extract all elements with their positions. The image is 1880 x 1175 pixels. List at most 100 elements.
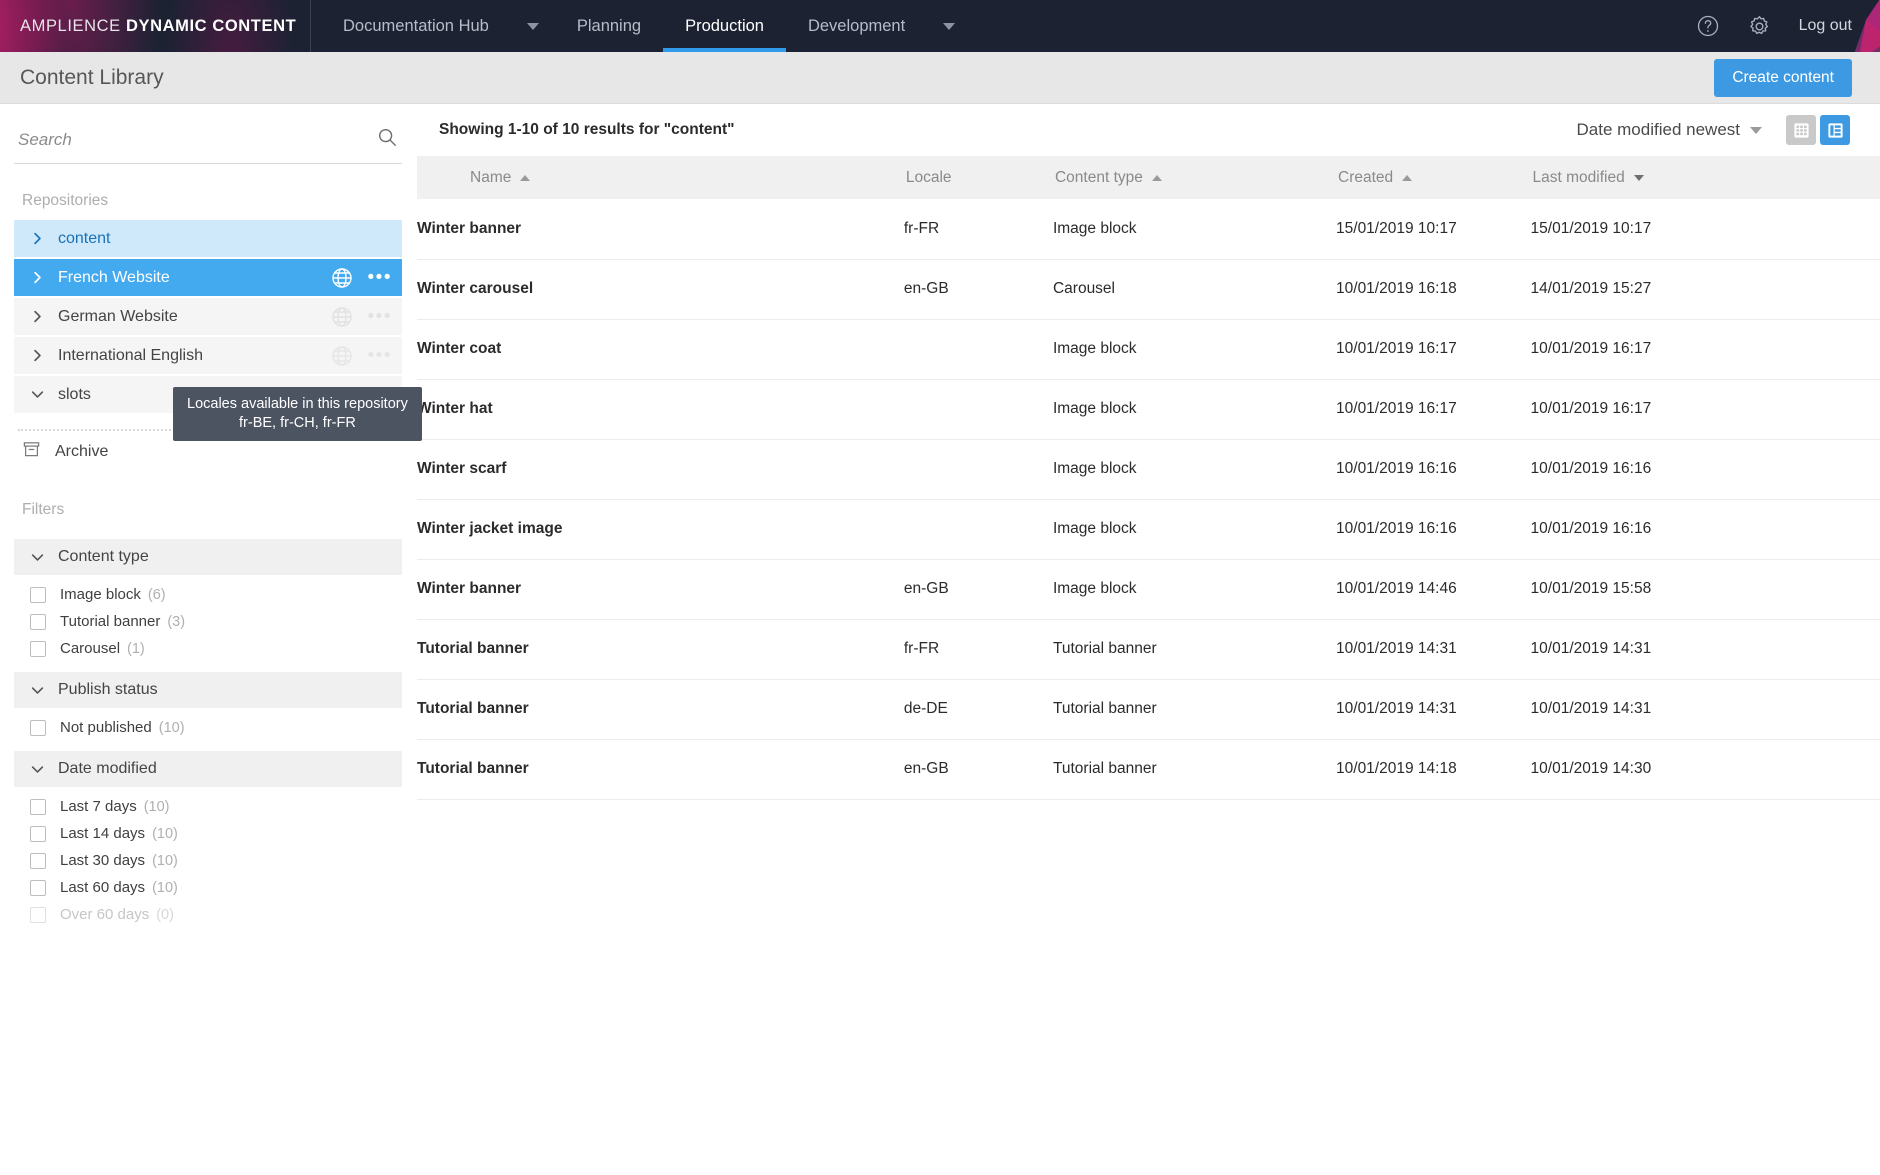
chevron-down-icon[interactable] [28, 388, 46, 401]
filter-option-count: (6) [147, 586, 166, 603]
table-body: Winter banner fr-FR Image block 15/01/2019 … [417, 199, 1880, 800]
filter-group-publish-status[interactable]: Publish status [14, 672, 402, 708]
cell-created: 15/01/2019 10:17 [1336, 199, 1531, 260]
table-row[interactable]: Winter hat Image block 10/01/2019 16:17 10/… [417, 379, 1880, 440]
repository-more-options-icon[interactable]: ••• [368, 268, 392, 287]
table-row[interactable]: Winter banner fr-FR Image block 15/01/2019 … [417, 199, 1880, 260]
filter-option-image-block[interactable]: Image block (6) [14, 581, 402, 608]
filter-option-last-14-days[interactable]: Last 14 days (10) [14, 820, 402, 847]
grid-view-icon[interactable] [1786, 115, 1816, 145]
repositories-section-label: Repositories [22, 192, 109, 209]
brand-logo[interactable]: AMPLIENCE DYNAMIC CONTENT [0, 0, 311, 52]
filter-option-last-60-days[interactable]: Last 60 days (10) [14, 874, 402, 901]
nav-item-documentation-hub[interactable]: Documentation Hub [321, 0, 511, 52]
filter-group-title: Publish status [58, 681, 158, 698]
sort-ascending-icon [1151, 174, 1162, 181]
checkbox[interactable] [30, 640, 46, 657]
column-header-created[interactable]: Created [1336, 156, 1531, 199]
chevron-right-icon[interactable] [28, 310, 46, 323]
filter-group-content-type[interactable]: Content type [14, 539, 402, 575]
checkbox[interactable] [30, 852, 46, 869]
cell-last-modified: 10/01/2019 14:31 [1530, 619, 1880, 680]
checkbox[interactable] [30, 879, 46, 896]
cell-content-type: Image block [1052, 199, 1337, 260]
table-row[interactable]: Tutorial banner en-GB Tutorial banner 10/01… [417, 739, 1880, 800]
archive-box-icon [22, 440, 41, 464]
search-input[interactable] [18, 129, 376, 150]
create-content-button[interactable]: Create content [1714, 58, 1852, 97]
help-circle-icon[interactable] [1695, 13, 1721, 39]
table-row[interactable]: Winter carousel en-GB Carousel 10/01/2019 1… [417, 259, 1880, 320]
nav-item-planning[interactable]: Planning [555, 0, 663, 52]
repository-item-german-website[interactable]: German Website ••• [14, 298, 402, 335]
cell-name: Winter scarf [417, 439, 904, 500]
filter-option-carousel[interactable]: Carousel (1) [14, 635, 402, 662]
tooltip-line-2: fr-BE, fr-CH, fr-FR [239, 415, 356, 431]
table-row[interactable]: Tutorial banner de-DE Tutorial banner 10/01… [417, 679, 1880, 740]
table-row[interactable]: Winter banner en-GB Image block 10/01/2019 … [417, 559, 1880, 620]
filter-option-label: Over 60 days [60, 906, 150, 923]
column-header-name[interactable]: Name [417, 156, 904, 199]
checkbox[interactable] [30, 613, 46, 630]
table-row[interactable]: Winter jacket image Image block 10/01/2019… [417, 499, 1880, 560]
globe-icon[interactable] [330, 344, 354, 368]
cell-created: 10/01/2019 16:17 [1336, 379, 1531, 440]
column-header-locale[interactable]: Locale [903, 156, 1053, 199]
nav-development-dropdown[interactable] [927, 0, 971, 52]
repository-item-international-english[interactable]: International English ••• [14, 337, 402, 374]
filter-option-last-7-days[interactable]: Last 7 days (10) [14, 793, 402, 820]
repository-more-options-icon[interactable]: ••• [368, 346, 392, 365]
sidebar: Repositories content French Website [0, 104, 422, 1175]
toolbar-right-controls: Date modified newest [1577, 115, 1850, 145]
repository-item-content[interactable]: content [14, 220, 402, 257]
list-view-icon[interactable] [1820, 115, 1850, 145]
cell-last-modified: 10/01/2019 16:16 [1530, 499, 1880, 560]
globe-icon[interactable] [330, 266, 354, 290]
repository-more-options-icon[interactable]: ••• [368, 307, 392, 326]
search-box[interactable] [14, 126, 402, 164]
sort-dropdown-label: Date modified newest [1576, 120, 1740, 139]
nav-item-label: Development [807, 16, 906, 35]
cell-content-type: Image block [1052, 319, 1337, 380]
filter-option-count: (10) [152, 852, 178, 869]
filter-option-tutorial-banner[interactable]: Tutorial banner (3) [14, 608, 402, 635]
cell-name: Tutorial banner [417, 739, 904, 800]
table-row[interactable]: Winter scarf Image block 10/01/2019 16:16 1… [417, 439, 1880, 500]
filter-options-content-type: Image block (6) Tutorial banner (3) Caro… [14, 575, 402, 662]
chevron-right-icon[interactable] [28, 232, 46, 245]
repository-name: content [58, 229, 111, 247]
content-shell: Repositories content French Website [0, 104, 1880, 1175]
column-header-content-type[interactable]: Content type [1052, 156, 1337, 199]
nav-documentation-hub-dropdown[interactable] [511, 0, 555, 52]
nav-item-development[interactable]: Development [786, 0, 927, 52]
repository-name: French Website [58, 268, 170, 286]
globe-icon[interactable] [330, 305, 354, 329]
filter-group-date-modified[interactable]: Date modified [14, 751, 402, 787]
table-row[interactable]: Winter coat Image block 10/01/2019 16:17 10… [417, 319, 1880, 380]
repository-item-french-website[interactable]: French Website ••• [14, 259, 402, 296]
logout-button[interactable]: Log out [1799, 17, 1852, 35]
checkbox[interactable] [30, 825, 46, 842]
checkbox[interactable] [30, 586, 46, 603]
gear-icon[interactable] [1747, 13, 1773, 39]
archive-label: Archive [55, 443, 109, 460]
cell-content-type: Tutorial banner [1052, 679, 1337, 740]
filter-option-last-30-days[interactable]: Last 30 days (10) [14, 847, 402, 874]
results-toolbar: Showing 1-10 of 10 results for "content"… [417, 104, 1880, 156]
nav-item-production[interactable]: Production [663, 0, 786, 52]
filter-option-label: Carousel [60, 640, 121, 657]
cell-last-modified: 10/01/2019 16:16 [1530, 439, 1880, 500]
content-table: Name Locale Content type Created Last mo… [417, 156, 1880, 800]
chevron-right-icon[interactable] [28, 349, 46, 362]
checkbox[interactable] [30, 798, 46, 815]
search-icon[interactable] [376, 126, 398, 153]
table-row[interactable]: Tutorial banner fr-FR Tutorial banner 10/01… [417, 619, 1880, 680]
nav-item-label: Documentation Hub [343, 16, 489, 35]
checkbox[interactable] [30, 719, 46, 736]
filter-option-label: Not published [60, 719, 152, 736]
sort-dropdown[interactable]: Date modified newest [1577, 120, 1762, 140]
chevron-right-icon[interactable] [28, 271, 46, 284]
column-header-last-modified[interactable]: Last modified [1530, 156, 1880, 199]
filter-option-not-published[interactable]: Not published (10) [14, 714, 402, 741]
page-title: Content Library [20, 65, 164, 89]
